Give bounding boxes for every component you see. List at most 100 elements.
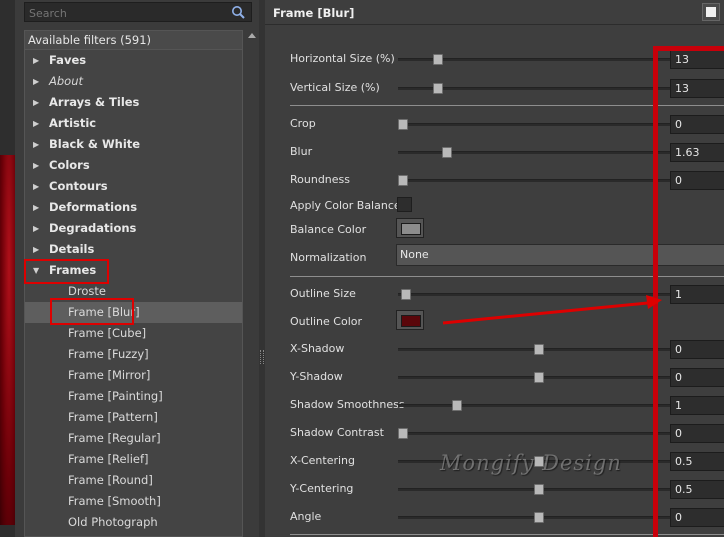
- param-label: X-Centering: [290, 454, 355, 467]
- filter-item-frame-smooth[interactable]: Frame [Smooth]: [25, 491, 242, 512]
- slider-knob[interactable]: [433, 83, 443, 94]
- filter-item-old-photograph[interactable]: Old Photograph: [25, 512, 242, 533]
- slider-knob[interactable]: [534, 344, 544, 355]
- filter-item-frame-painting[interactable]: Frame [Painting]: [25, 386, 242, 407]
- available-filters-header: Available filters (591): [25, 31, 242, 50]
- category-arrays-tiles[interactable]: ▶ Arrays & Tiles: [25, 92, 242, 113]
- horizontal-size-slider[interactable]: [398, 54, 680, 65]
- watermark-text: Mongify Design: [440, 451, 622, 475]
- highlight-frame-blur-item: [50, 298, 134, 325]
- highlight-frames-category: [24, 259, 109, 284]
- filter-item-frame-round[interactable]: Frame [Round]: [25, 470, 242, 491]
- slider-knob[interactable]: [398, 119, 408, 130]
- category-about[interactable]: ▶ About: [25, 71, 242, 92]
- chevron-right-icon[interactable]: ▶: [33, 92, 41, 113]
- filter-item-frame-fuzzy[interactable]: Frame [Fuzzy]: [25, 344, 242, 365]
- y-centering-input[interactable]: 0.5: [670, 480, 724, 499]
- outline-color-swatch[interactable]: [396, 310, 424, 330]
- preview-toggle-button[interactable]: [702, 3, 720, 21]
- chevron-right-icon[interactable]: ▶: [33, 134, 41, 155]
- filter-item-frame-regular[interactable]: Frame [Regular]: [25, 428, 242, 449]
- filter-item-frame-mirror[interactable]: Frame [Mirror]: [25, 365, 242, 386]
- param-label: Balance Color: [290, 223, 367, 236]
- param-label: Normalization: [290, 251, 367, 264]
- x-shadow-slider[interactable]: [398, 344, 680, 355]
- param-y-centering: Y-Centering 0.5: [290, 479, 724, 499]
- param-label: Shadow Smoothness: [290, 398, 405, 411]
- chevron-right-icon[interactable]: ▶: [33, 197, 41, 218]
- param-label: Horizontal Size (%): [290, 52, 395, 65]
- scroll-up-icon[interactable]: [248, 33, 256, 38]
- category-degradations[interactable]: ▶ Degradations: [25, 218, 242, 239]
- category-label: Arrays & Tiles: [49, 95, 140, 109]
- chevron-right-icon[interactable]: ▶: [33, 218, 41, 239]
- shadow-contrast-slider[interactable]: [398, 428, 680, 439]
- param-y-shadow: Y-Shadow 0: [290, 367, 724, 387]
- slider-knob[interactable]: [398, 428, 408, 439]
- chevron-right-icon[interactable]: ▶: [33, 71, 41, 92]
- shadow-smoothness-input[interactable]: 1: [670, 396, 724, 415]
- filter-item-frame-pattern[interactable]: Frame [Pattern]: [25, 407, 242, 428]
- balance-color-swatch[interactable]: [396, 218, 424, 238]
- param-x-shadow: X-Shadow 0: [290, 339, 724, 359]
- category-details[interactable]: ▶ Details: [25, 239, 242, 260]
- normalization-select[interactable]: None: [396, 244, 724, 266]
- vertical-size-slider[interactable]: [398, 83, 680, 94]
- chevron-right-icon[interactable]: ▶: [33, 239, 41, 260]
- slider-knob[interactable]: [534, 512, 544, 523]
- slider-knob[interactable]: [442, 147, 452, 158]
- filter-item-frame-relief[interactable]: Frame [Relief]: [25, 449, 242, 470]
- category-contours[interactable]: ▶ Contours: [25, 176, 242, 197]
- apply-color-balance-checkbox[interactable]: [397, 197, 412, 212]
- roundness-input[interactable]: 0: [670, 171, 724, 190]
- splitter-grip-icon[interactable]: [260, 350, 264, 364]
- category-label: Artistic: [49, 116, 97, 130]
- slider-knob[interactable]: [433, 54, 443, 65]
- angle-input[interactable]: 0: [670, 508, 724, 527]
- filter-item-frame-cube[interactable]: Frame [Cube]: [25, 323, 242, 344]
- search-icon[interactable]: [231, 5, 245, 19]
- chevron-right-icon[interactable]: ▶: [33, 113, 41, 134]
- chevron-right-icon[interactable]: ▶: [33, 176, 41, 197]
- blur-input[interactable]: 1.63: [670, 143, 724, 162]
- chevron-right-icon[interactable]: ▶: [33, 50, 41, 71]
- shadow-smoothness-slider[interactable]: [398, 400, 680, 411]
- category-faves[interactable]: ▶ Faves: [25, 50, 242, 71]
- search-box[interactable]: [24, 2, 252, 22]
- slider-knob[interactable]: [401, 289, 411, 300]
- param-label: X-Shadow: [290, 342, 345, 355]
- angle-slider[interactable]: [398, 512, 680, 523]
- slider-knob[interactable]: [534, 484, 544, 495]
- param-label: Roundness: [290, 173, 351, 186]
- slider-knob[interactable]: [534, 372, 544, 383]
- crop-input[interactable]: 0: [670, 115, 724, 134]
- search-input[interactable]: [27, 4, 231, 22]
- x-centering-input[interactable]: 0.5: [670, 452, 724, 471]
- category-artistic[interactable]: ▶ Artistic: [25, 113, 242, 134]
- param-vertical-size: Vertical Size (%) 13: [290, 78, 724, 98]
- category-label: About: [49, 74, 84, 88]
- chevron-right-icon[interactable]: ▶: [33, 155, 41, 176]
- vertical-size-input[interactable]: 13: [670, 79, 724, 98]
- param-label: Crop: [290, 117, 316, 130]
- horizontal-size-input[interactable]: 13: [670, 50, 724, 69]
- category-deformations[interactable]: ▶ Deformations: [25, 197, 242, 218]
- blur-slider[interactable]: [398, 147, 680, 158]
- y-shadow-slider[interactable]: [398, 372, 680, 383]
- slider-knob[interactable]: [398, 175, 408, 186]
- outline-size-input[interactable]: 1: [670, 285, 724, 304]
- param-blur: Blur 1.63: [290, 142, 724, 162]
- crop-slider[interactable]: [398, 119, 680, 130]
- y-centering-slider[interactable]: [398, 484, 680, 495]
- category-black-white[interactable]: ▶ Black & White: [25, 134, 242, 155]
- roundness-slider[interactable]: [398, 175, 680, 186]
- slider-knob[interactable]: [452, 400, 462, 411]
- category-colors[interactable]: ▶ Colors: [25, 155, 242, 176]
- tree-scrollbar[interactable]: [243, 30, 259, 537]
- canvas-preview-strip: [0, 0, 15, 537]
- param-normalization: Normalization None: [290, 244, 724, 268]
- x-shadow-input[interactable]: 0: [670, 340, 724, 359]
- shadow-contrast-input[interactable]: 0: [670, 424, 724, 443]
- annotation-arrow-icon: [442, 295, 662, 325]
- y-shadow-input[interactable]: 0: [670, 368, 724, 387]
